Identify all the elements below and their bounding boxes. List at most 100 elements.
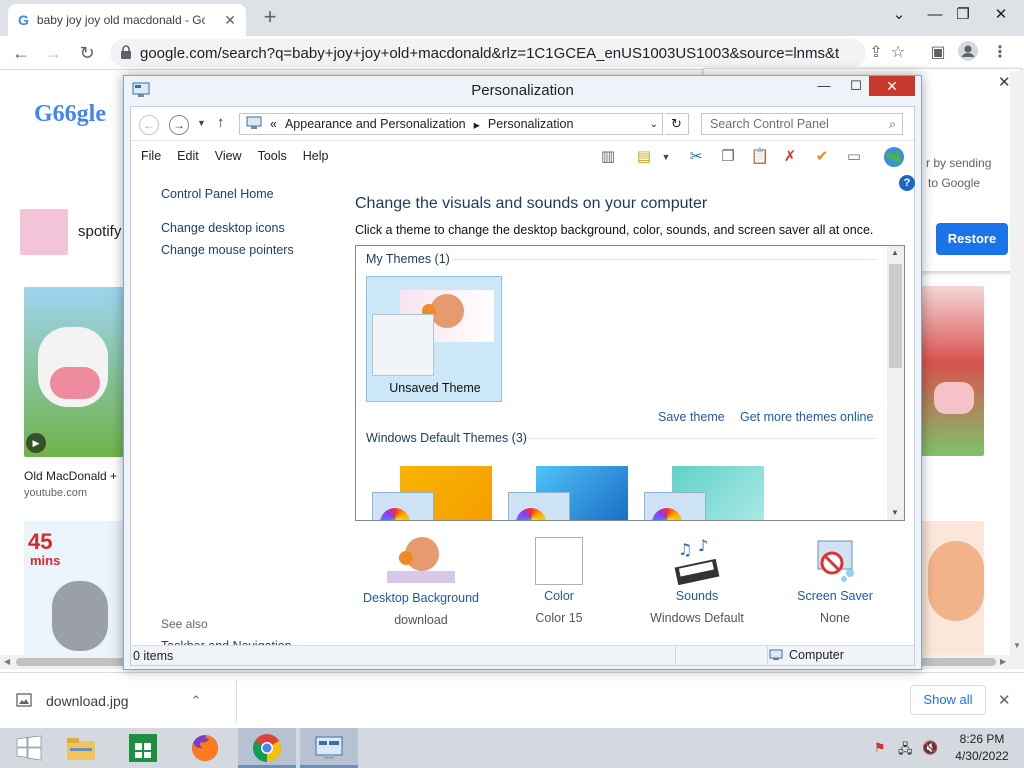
page-vertical-scrollbar[interactable]: ▼ [1010,71,1024,655]
address-bar[interactable]: google.com/search?q=baby+joy+joy+old+mac… [110,39,866,67]
share-icon[interactable]: ⇪ [864,41,888,65]
menu-help[interactable]: Help [303,149,329,163]
default-theme-tile[interactable] [506,464,630,520]
bookmark-star-icon[interactable]: ☆ [886,41,910,65]
new-tab-button[interactable]: + [258,4,282,30]
layout-pane-icon[interactable]: ▥ [597,146,619,168]
screen-saver-title[interactable]: Screen Saver [775,589,895,603]
restore-button[interactable]: Restore [936,223,1008,255]
image-thumbnail[interactable]: 45 mins [24,521,124,657]
chrome-taskbar-icon[interactable] [238,728,296,768]
properties-icon[interactable]: ▤ [633,146,655,168]
delete-icon[interactable]: ✗ [779,146,801,168]
scroll-left-icon[interactable]: ◀ [4,657,10,666]
google-logo[interactable]: G66gle [34,101,106,128]
browser-tab[interactable]: G baby joy joy old macdonald - Go ✕ [8,4,246,36]
file-explorer-taskbar-icon[interactable] [52,728,110,768]
scroll-thumb[interactable] [889,264,902,368]
control-panel-taskbar-icon[interactable] [300,728,358,768]
breadcrumb-appearance[interactable]: Appearance and Personalization [285,117,466,131]
popup-message: r by sending to Google [926,153,1018,193]
network-icon[interactable]: 🖧 [898,740,913,762]
window-titlebar[interactable]: Personalization — ☐ ✕ [124,76,921,106]
profile-avatar-icon[interactable] [956,41,980,65]
chrome-menu-icon[interactable]: ⋮ [988,41,1012,65]
search-icon[interactable]: ⌕ [889,117,896,132]
close-button[interactable]: ✕ [869,76,915,96]
video-title[interactable]: Old MacDonald + [24,469,117,483]
forward-icon[interactable]: → [40,40,66,66]
download-item[interactable]: download.jpg ⌃ [16,687,201,715]
recent-pages-chevron-icon[interactable]: ▼ [197,118,206,128]
close-window-button[interactable]: ✕ [984,0,1018,30]
get-more-themes-link[interactable]: Get more themes online [740,410,873,424]
minimize-button[interactable]: — [810,76,838,96]
close-download-bar-icon[interactable]: ✕ [998,691,1011,709]
search-control-panel-input[interactable]: Search Control Panel ⌕ [701,113,903,135]
checkmark-icon[interactable]: ✔ [811,146,833,168]
cut-icon[interactable]: ✂ [685,146,707,168]
farm-thumbnail[interactable] [920,286,984,456]
menu-view[interactable]: View [215,149,242,163]
control-panel-home-link[interactable]: Control Panel Home [161,187,341,201]
copy-icon[interactable]: ❐ [717,146,739,168]
address-dropdown-icon[interactable]: ⌄ [650,119,658,130]
spotify-chip-thumbnail[interactable] [20,209,68,255]
help-icon[interactable]: ? [899,175,915,191]
change-mouse-pointers-link[interactable]: Change mouse pointers [161,243,341,257]
character-thumbnail[interactable] [920,521,984,657]
play-icon[interactable]: ▶ [26,433,46,453]
system-clock[interactable]: 8:26 PM 4/30/2022 [948,731,1016,765]
menu-tools[interactable]: Tools [258,149,287,163]
restore-window-button[interactable]: ❐ [946,0,980,30]
unsaved-theme-tile[interactable]: Unsaved Theme [366,276,502,402]
scroll-down-icon[interactable]: ▼ [891,508,899,517]
close-tab-icon[interactable]: ✕ [224,12,236,29]
color-title[interactable]: Color [499,589,619,603]
breadcrumb-overflow[interactable]: « [270,117,277,131]
back-icon[interactable]: ← [139,115,159,135]
breadcrumb-separator[interactable]: ▸ [474,117,480,132]
desktop-background-setting[interactable]: Desktop Background download [361,537,481,627]
maximize-button[interactable]: ☐ [842,76,870,96]
desktop-background-title[interactable]: Desktop Background [361,591,481,605]
screen-saver-setting[interactable]: Screen Saver None [775,537,895,625]
start-button[interactable] [0,728,58,768]
breadcrumb[interactable]: « Appearance and Personalization ▸ Perso… [239,113,663,135]
save-theme-link[interactable]: Save theme [658,410,725,424]
change-desktop-icons-link[interactable]: Change desktop icons [161,221,341,235]
forward-icon[interactable]: → [169,115,189,135]
scroll-right-icon[interactable]: ▶ [1000,657,1006,666]
sounds-setting[interactable]: ♫ ♪ Sounds Windows Default [637,536,757,625]
reload-icon[interactable]: ↻ [74,40,100,66]
desktop-background-icon [381,537,461,587]
chevron-up-icon[interactable]: ⌃ [191,693,202,709]
scroll-up-icon[interactable]: ▲ [891,248,899,257]
paste-icon[interactable]: 📋 [749,146,771,168]
back-icon[interactable]: ← [8,40,34,66]
scroll-down-icon[interactable]: ▼ [1013,641,1021,650]
globe-icon[interactable] [883,146,905,168]
video-thumbnail[interactable]: ▶ [24,287,124,457]
rename-icon[interactable]: ▭ [843,146,865,168]
spotify-chip-label[interactable]: spotify [78,223,121,240]
popup-close-icon[interactable]: ✕ [998,73,1011,91]
color-setting[interactable]: Color Color 15 [499,537,619,625]
sounds-title[interactable]: Sounds [637,589,757,603]
properties-dropdown-icon[interactable]: ▼ [655,146,677,168]
volume-muted-icon[interactable]: 🔇 [922,740,938,756]
theme-list-scrollbar[interactable]: ▲ ▼ [887,246,904,520]
action-center-icon[interactable]: ⚑ [874,740,886,756]
menu-edit[interactable]: Edit [177,149,199,163]
up-arrow-icon[interactable]: ↑ [217,114,225,131]
tab-search-icon[interactable]: ⌄ [882,0,916,30]
breadcrumb-personalization[interactable]: Personalization [488,117,573,131]
side-panel-icon[interactable]: ▣ [926,41,950,65]
refresh-icon[interactable]: ↻ [665,113,689,135]
store-taskbar-icon[interactable] [114,728,172,768]
menu-file[interactable]: File [141,149,161,163]
default-theme-tile[interactable] [642,464,766,520]
firefox-taskbar-icon[interactable] [176,728,234,768]
show-all-button[interactable]: Show all [910,685,986,715]
default-theme-tile[interactable] [370,464,494,520]
